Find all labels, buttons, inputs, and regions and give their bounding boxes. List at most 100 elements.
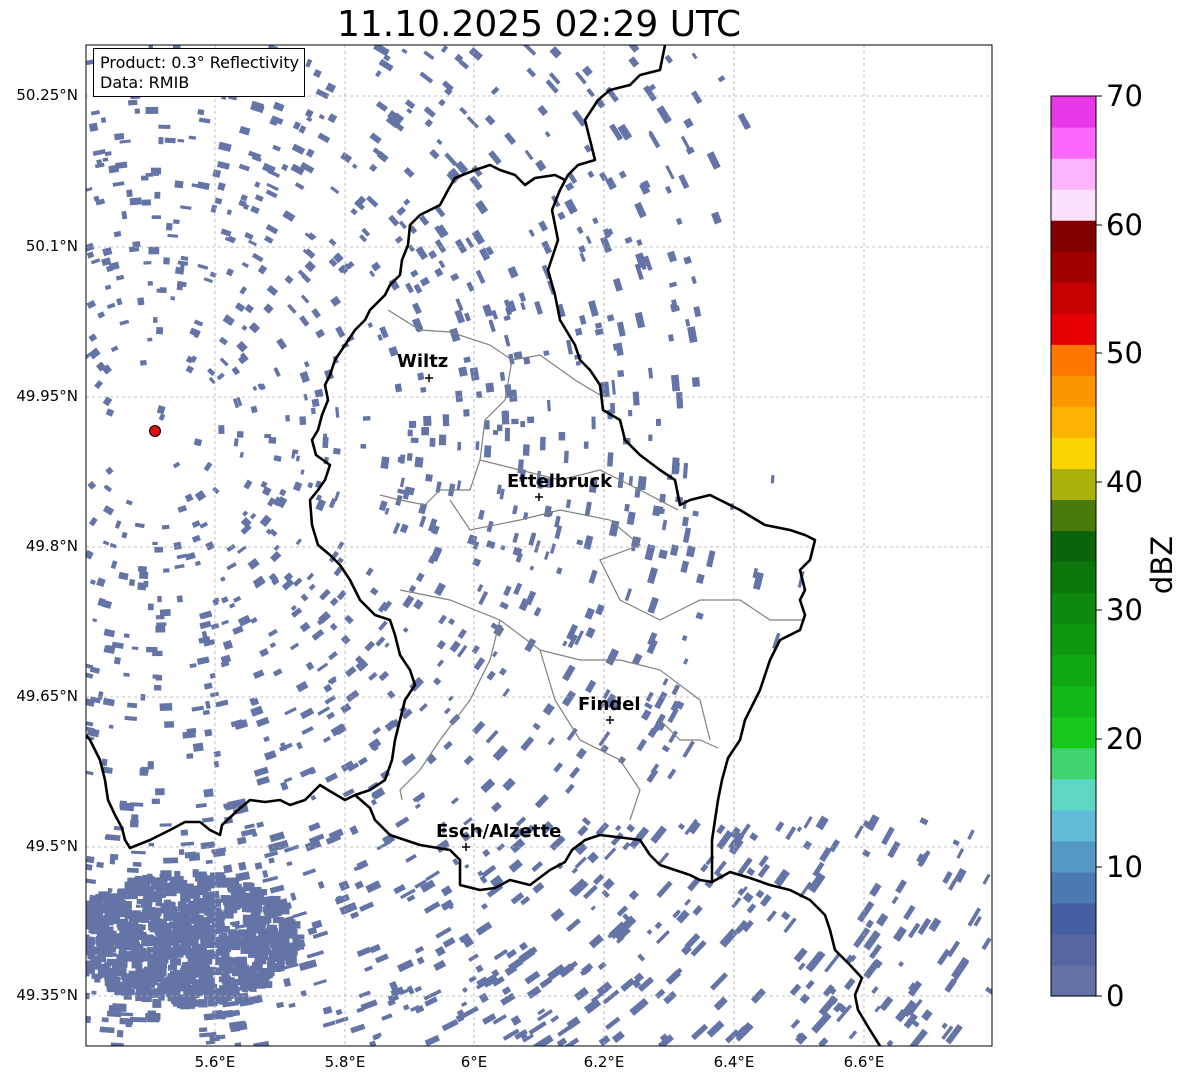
echo-cell: [522, 444, 530, 456]
radar-site-marker: [149, 425, 161, 437]
echo-cell: [173, 541, 182, 551]
echo-cell: [154, 684, 162, 691]
echo-cell: [164, 137, 176, 144]
lat-tick-label: 50.25°N: [16, 86, 78, 104]
echo-cell: [91, 990, 97, 995]
echo-cell: [110, 1042, 124, 1046]
echo-cell: [130, 941, 140, 948]
echo-cell: [229, 886, 239, 893]
echo-cell: [74, 920, 83, 927]
echo-cell: [187, 947, 194, 955]
echo-cell: [171, 881, 178, 890]
echo-cell: [167, 973, 176, 981]
echo-cell: [87, 949, 95, 960]
echo-cell: [511, 418, 519, 425]
echo-cell: [99, 1026, 115, 1034]
echo-cell: [197, 109, 205, 116]
echo-cell: [169, 902, 176, 912]
echo-cell: [147, 337, 153, 342]
echo-cell: [632, 391, 640, 406]
lon-tick-label: 6.4°E: [713, 1053, 755, 1071]
echo-cell: [170, 296, 176, 301]
colorbar-tick-label: 60: [1106, 208, 1143, 242]
echo-cell: [216, 936, 223, 943]
echo-cell: [254, 911, 261, 919]
colorbar-segment: [1051, 375, 1096, 407]
echo-cell: [72, 942, 82, 951]
echo-cell: [425, 473, 433, 482]
echo-cell: [146, 898, 153, 905]
echo-cell: [238, 861, 247, 871]
echo-cell: [73, 942, 79, 948]
echo-cell: [143, 261, 152, 265]
echo-cell: [245, 975, 253, 983]
colorbar-segment: [1051, 561, 1096, 594]
echo-cell: [138, 953, 150, 962]
echo-cell: [71, 938, 78, 944]
echo-cell: [146, 646, 158, 653]
colorbar-segment: [1051, 189, 1096, 221]
echo-cell: [503, 410, 508, 419]
echo-cell: [192, 971, 203, 977]
echo-cell: [527, 416, 535, 424]
echo-cell: [128, 579, 136, 587]
echo-cell: [137, 565, 148, 573]
colorbar-segment: [1051, 406, 1096, 438]
echo-cell: [205, 977, 215, 984]
echo-cell: [240, 898, 252, 909]
echo-cell: [132, 241, 141, 248]
echo-cell: [68, 931, 77, 937]
echo-cell: [421, 427, 430, 436]
echo-cell: [171, 947, 178, 956]
echo-cell: [147, 1010, 157, 1018]
lat-tick-label: 49.8°N: [25, 537, 78, 555]
echo-cell: [204, 728, 213, 737]
echo-cell: [311, 398, 320, 408]
echo-cell: [120, 922, 127, 931]
echo-cell: [114, 132, 125, 141]
echo-cell: [123, 633, 130, 638]
echo-cell: [520, 421, 526, 428]
echo-cell: [167, 992, 177, 1002]
colorbar-segment: [1051, 96, 1096, 128]
echo-cell: [183, 987, 195, 995]
echo-cell: [163, 857, 179, 864]
echo-cell: [134, 888, 145, 895]
echo-cell: [116, 1030, 124, 1038]
echo-cell: [492, 430, 499, 435]
echo-cell: [71, 949, 78, 955]
echo-cell: [241, 938, 249, 945]
echo-cell: [198, 961, 209, 970]
echo-cell: [127, 702, 138, 709]
echo-cell: [648, 434, 653, 442]
colorbar-tick-label: 50: [1106, 336, 1143, 370]
echo-cell: [69, 935, 80, 945]
lat-tick-label: 49.95°N: [16, 387, 78, 405]
radar-map: [68, 44, 1102, 1047]
echo-cell: [145, 106, 159, 114]
echo-cell: [139, 359, 147, 366]
echo-cell: [156, 967, 165, 976]
lat-tick-label: 49.65°N: [16, 687, 78, 705]
echo-cell: [71, 920, 83, 927]
colorbar-label: dBZ: [1145, 535, 1179, 595]
echo-cell: [114, 899, 126, 908]
echo-cell: [190, 910, 199, 920]
echo-cell: [143, 984, 152, 993]
echo-cell: [173, 219, 180, 225]
colorbar-tick-label: 10: [1106, 850, 1143, 884]
colorbar-tick-label: 20: [1106, 722, 1143, 756]
echo-cell: [111, 934, 121, 943]
echo-cell: [150, 167, 162, 175]
echo-cell: [144, 934, 154, 944]
echo-cell: [244, 883, 255, 890]
echo-cell: [174, 871, 181, 877]
product-label: Product: 0.3° Reflectivity: [100, 53, 300, 72]
echo-cell: [234, 1042, 242, 1046]
echo-cell: [126, 189, 133, 198]
colorbar-segment: [1051, 437, 1096, 470]
echo-cell: [406, 452, 413, 461]
lat-tick-label: 50.1°N: [25, 237, 78, 255]
data-source-label: Data: RMIB: [100, 73, 190, 92]
echo-cell: [125, 1020, 132, 1028]
